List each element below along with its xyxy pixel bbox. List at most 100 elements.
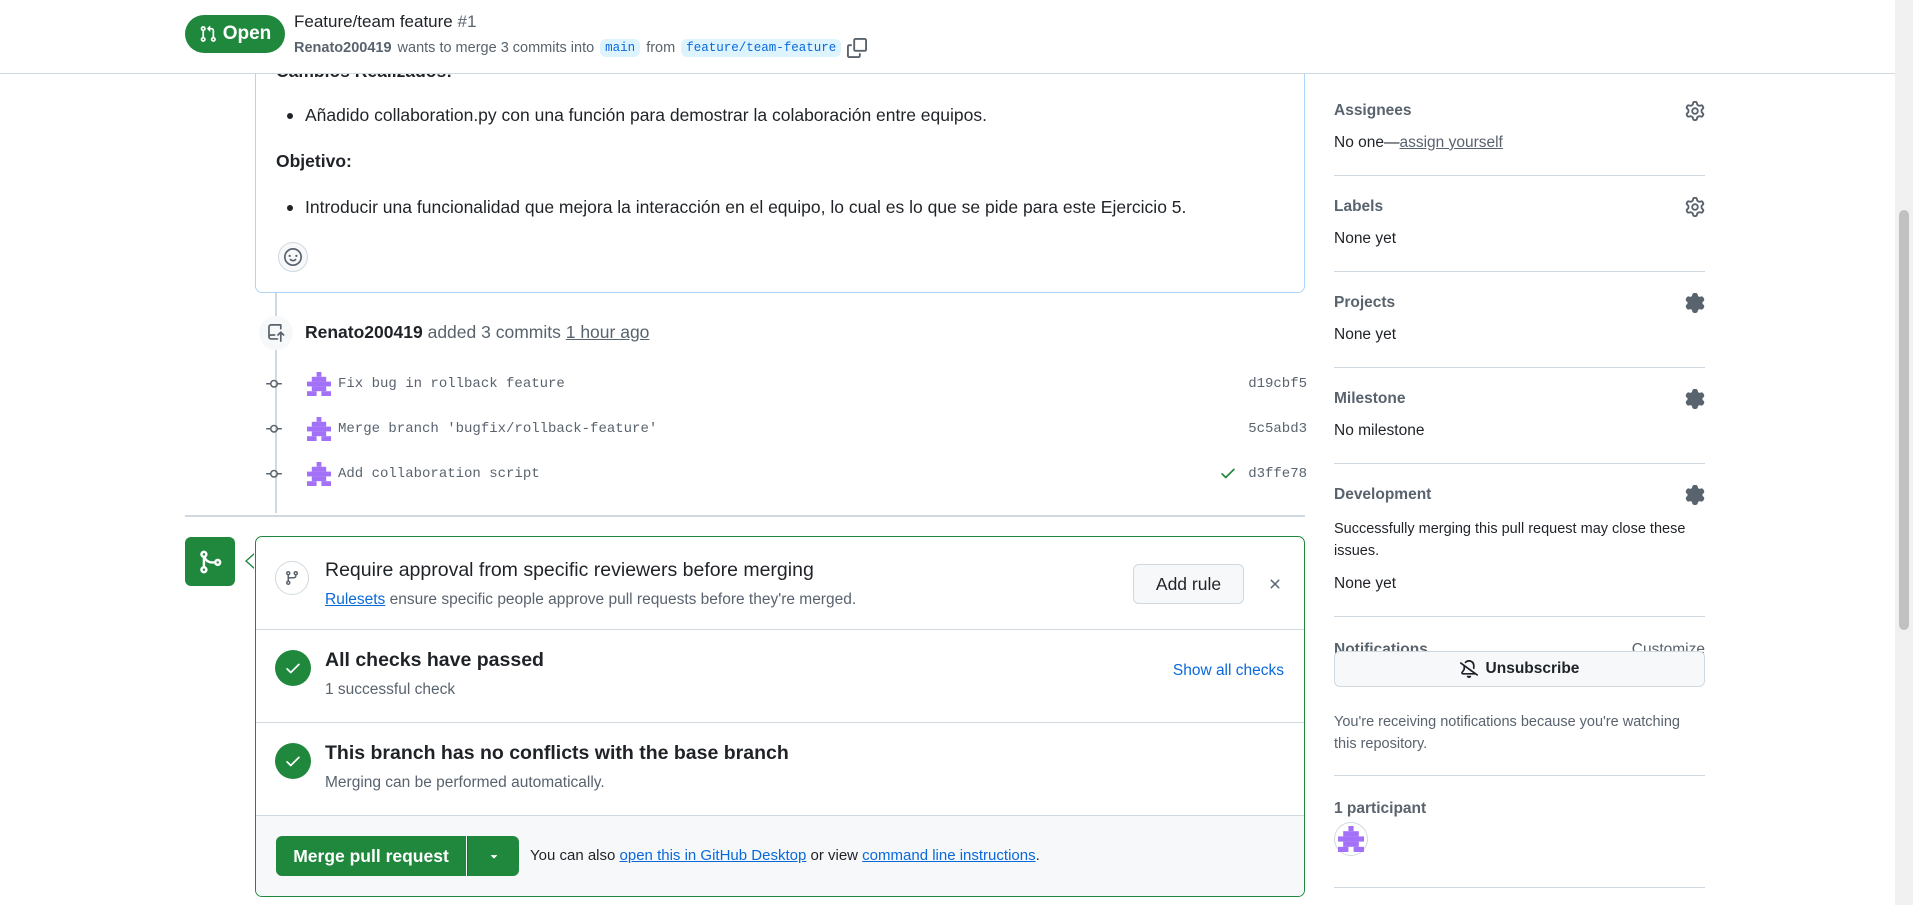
sidebar-projects: Projects None yet [1334,272,1705,368]
sidebar-participants: 1 participant [1334,776,1705,888]
copy-icon[interactable] [847,38,868,58]
check-icon[interactable] [1219,464,1237,482]
assignees-heading[interactable]: Assignees [1334,102,1412,120]
timeline-end-divider [185,515,1305,517]
alternative-merge-text: You can also open this in GitHub Desktop… [530,847,1040,864]
participants-heading: 1 participant [1334,800,1427,817]
x-icon [1270,579,1280,589]
period-text: . [1035,847,1040,864]
pr-subtitle: Renato200419 wants to merge 3 commits in… [294,38,868,58]
sidebar-assignees: Assignees No one—assign yourself [1334,78,1705,176]
git-commit-icon [266,424,282,433]
description-bullet-1: Añadido collaboration.py con una función… [305,105,987,125]
gear-icon[interactable] [1685,101,1705,121]
checks-subtitle: 1 successful check [325,681,456,698]
rulesets-link[interactable]: Rulesets [325,591,385,608]
also-prefix: You can also [530,847,616,864]
assign-yourself-link[interactable]: assign yourself [1399,134,1502,151]
check-icon [286,663,300,674]
git-merge-icon [200,550,222,573]
event-action: added 3 commits [427,322,561,342]
git-branch-icon [285,571,298,586]
milestone-heading[interactable]: Milestone [1334,390,1405,408]
ruleset-suggestion-section: Require approval from specific reviewers… [256,537,1304,630]
add-rule-button[interactable]: Add rule [1133,564,1244,604]
sidebar-milestone: Milestone No milestone [1334,368,1705,464]
git-commit-icon [266,379,282,388]
pr-title-text: Feature/team feature [294,12,453,31]
gear-icon[interactable] [1685,293,1705,313]
notification-reason: You're receiving notifications because y… [1334,714,1680,752]
participant-avatar[interactable] [1334,822,1368,856]
commit-message-link[interactable]: Fix bug in rollback feature [338,376,565,392]
milestone-value: No milestone [1334,422,1425,439]
labels-value: None yet [1334,230,1397,247]
check-icon [286,756,300,767]
conflicts-title: This branch has no conflicts with the ba… [325,742,789,764]
merge-method-dropdown[interactable] [467,836,519,876]
event-time-link[interactable]: 1 hour ago [566,322,650,342]
pr-state-label: Open [222,23,272,44]
objective-heading: Objetivo: [276,151,352,171]
from-text: from [646,40,676,56]
ruleset-desc-text: ensure specific people approve pull requ… [389,591,857,608]
assignees-value: No one—assign yourself [1334,134,1503,152]
merge-pull-request-button[interactable]: Merge pull request [276,836,466,876]
identicon-avatar[interactable] [307,372,331,396]
head-branch-label[interactable]: feature/team-feature [681,39,842,57]
pr-author-link[interactable]: Renato200419 [294,40,392,56]
unsubscribe-label: Unsubscribe [1485,660,1580,677]
bullet-dot [287,113,293,119]
base-branch-label[interactable]: main [600,39,641,57]
no-conflicts-badge [275,743,311,779]
smiley-icon [284,248,302,266]
checks-title: All checks have passed [325,649,544,671]
assignees-none: No one— [1334,134,1400,151]
pr-state-badge: Open [185,15,285,53]
projects-value: None yet [1334,326,1397,343]
identicon-avatar [1338,826,1364,852]
checks-section: All checks have passed 1 successful chec… [256,630,1304,723]
projects-heading[interactable]: Projects [1334,294,1395,312]
pr-title: Feature/team feature #1 [294,12,476,32]
dismiss-button[interactable] [1264,573,1286,595]
development-description: Successfully merging this pull request m… [1334,521,1686,559]
merge-box-pointer-inner [247,554,255,568]
sidebar-development: Development Successfully merging this pu… [1334,464,1705,617]
commit-sha-link[interactable]: 5c5abd3 [1248,421,1307,437]
page-scrollbar[interactable] [1895,0,1913,905]
gear-icon[interactable] [1685,485,1705,505]
triangle-down-icon [490,855,497,859]
pr-number: #1 [457,12,477,31]
gear-icon[interactable] [1685,389,1705,409]
commits-event-badge [259,316,293,350]
event-author-link[interactable]: Renato200419 [305,322,423,342]
conflicts-subtitle: Merging can be performed automatically. [325,774,605,791]
sidebar-labels: Labels None yet [1334,176,1705,272]
commit-message-link[interactable]: Add collaboration script [338,466,540,482]
repo-push-icon [268,324,285,342]
gear-icon[interactable] [1685,197,1705,217]
ruleset-icon-wrap [275,561,309,595]
merge-box: Require approval from specific reviewers… [255,536,1305,897]
add-reaction-button[interactable] [278,242,308,272]
scrollbar-thumb[interactable] [1899,210,1909,630]
commit-sha-link[interactable]: d3ffe78 [1248,466,1307,482]
git-pull-request-icon [200,25,216,42]
commit-sha-link[interactable]: d19cbf5 [1248,376,1307,392]
merge-actions: Merge pull request You can also open thi… [256,816,1304,896]
ruleset-description: Rulesets ensure specific people approve … [325,591,856,609]
commit-message-link[interactable]: Merge branch 'bugfix/rollback-feature' [338,421,657,437]
merge-text: wants to merge 3 commits into [397,40,595,56]
unsubscribe-button[interactable]: Unsubscribe [1334,651,1705,687]
identicon-avatar[interactable] [307,462,331,486]
sticky-pr-header: Open Feature/team feature #1 Renato20041… [0,0,1895,74]
command-line-link[interactable]: command line instructions [862,847,1035,864]
conflicts-section: This branch has no conflicts with the ba… [256,723,1304,816]
github-desktop-link[interactable]: open this in GitHub Desktop [620,847,807,864]
show-all-checks-button[interactable]: Show all checks [1173,662,1284,680]
labels-heading[interactable]: Labels [1334,198,1383,216]
development-heading[interactable]: Development [1334,486,1431,504]
identicon-avatar[interactable] [307,417,331,441]
merge-status-badge [185,537,235,586]
